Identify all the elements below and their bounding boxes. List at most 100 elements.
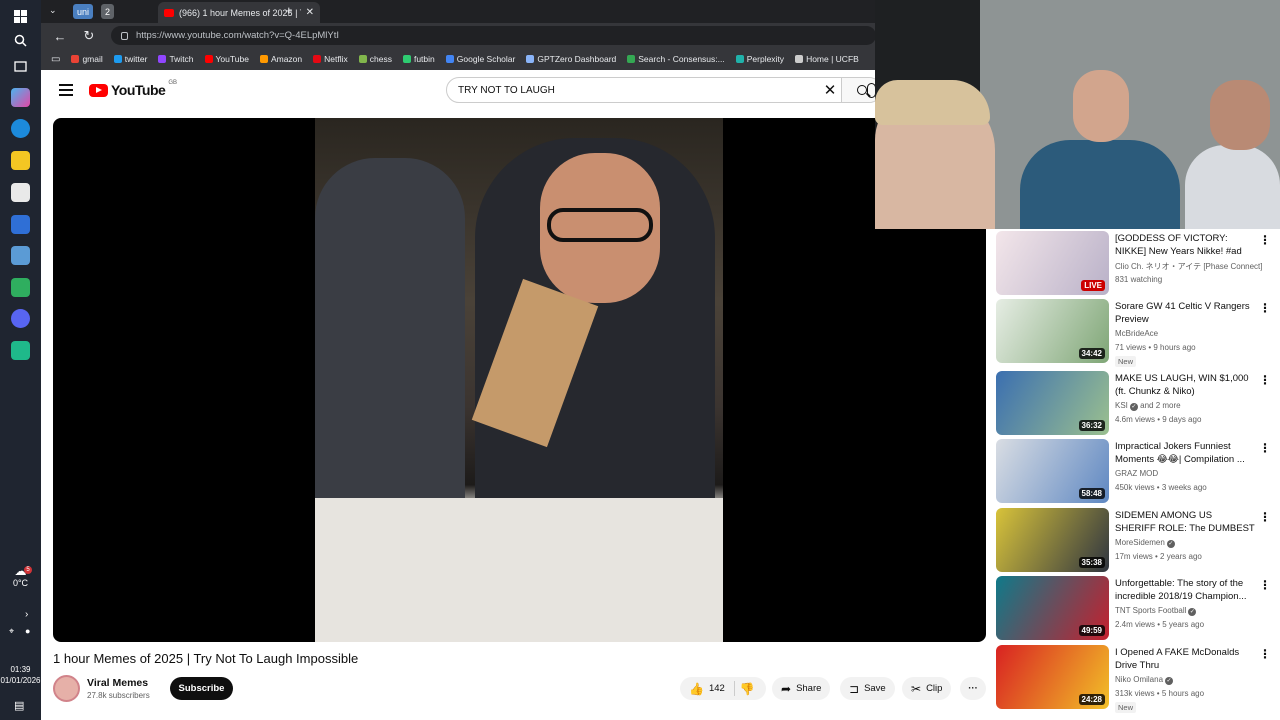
video-thumbnail[interactable]: 35:38 [996, 508, 1109, 572]
copilot-icon[interactable] [11, 88, 30, 107]
recommendation-title[interactable]: SIDEMEN AMONG US SHERIFF ROLE: The DUMBE… [1115, 509, 1255, 535]
recommendation-meta: 71 views • 9 hours ago [1115, 343, 1196, 352]
recommendation-title[interactable]: [GODDESS OF VICTORY: NIKKE] New Years Ni… [1115, 232, 1255, 258]
bookmark-google-scholar[interactable]: Google Scholar [445, 54, 515, 64]
bookmark-label: Twitch [169, 54, 194, 64]
youtube-logo[interactable]: YouTube GB [89, 80, 177, 98]
save-button[interactable]: ⊐ Save [840, 677, 895, 700]
bookmark-twitter[interactable]: twitter [113, 54, 147, 64]
bookmark-gmail[interactable]: gmail [71, 54, 103, 64]
notifications-icon[interactable]: ▤ [14, 699, 24, 712]
bookmark-ucfb[interactable]: Home | UCFB [795, 54, 859, 64]
tab-search-chevron-icon[interactable]: ⌄ [49, 5, 57, 16]
search-input[interactable]: TRY NOT TO LAUGH [447, 85, 819, 96]
bookmark-perplexity[interactable]: Perplexity [735, 54, 784, 64]
site-info-icon[interactable] [121, 31, 128, 40]
bookmark-gptzero[interactable]: GPTZero Dashboard [526, 54, 616, 64]
tab-group-2[interactable]: 2 [101, 4, 114, 19]
bookmark-label: Amazon [270, 54, 303, 64]
more-vert-icon[interactable]: ⋮ [1259, 441, 1271, 455]
bookmarks-menu-icon[interactable]: ▭ [51, 54, 60, 65]
task-view-icon[interactable] [11, 57, 30, 76]
channel-name: TNT Sports Football [1115, 606, 1187, 615]
recommendation-channel[interactable]: Niko Omilana ✓ [1115, 675, 1265, 685]
app-icon[interactable] [11, 215, 30, 234]
microphone-icon[interactable]: ● [25, 626, 30, 636]
channel-name[interactable]: Viral Memes [87, 677, 148, 689]
bookmark-twitch[interactable]: Twitch [158, 54, 194, 64]
more-vert-icon[interactable]: ⋮ [1259, 510, 1271, 524]
more-vert-icon[interactable]: ⋮ [1259, 301, 1271, 315]
duration-badge: 24:28 [1078, 694, 1105, 705]
recommendation-title[interactable]: Sorare GW 41 Celtic V Rangers Preview [1115, 300, 1255, 326]
like-count: 142 [708, 683, 725, 694]
new-tab-button[interactable]: + [285, 3, 293, 18]
clear-search-icon[interactable]: ✕ [819, 81, 841, 99]
twitch-icon [158, 55, 167, 63]
recommendation-channel[interactable]: TNT Sports Football ✓ [1115, 606, 1265, 616]
more-vert-icon[interactable]: ⋮ [1259, 373, 1271, 387]
bookmark-futbin[interactable]: futbin [402, 54, 435, 64]
browser-toolbar: ← ↻ https://www.youtube.com/watch?v=Q-4E… [41, 23, 876, 48]
weather-widget[interactable]: ☁ 0°C [0, 564, 41, 588]
bookmark-chess[interactable]: chess [358, 54, 392, 64]
recommendation-title[interactable]: MAKE US LAUGH, WIN $1,000 (ft. Chunkz & … [1115, 372, 1255, 398]
bookmark-netflix[interactable]: Netflix [313, 54, 348, 64]
app-icon[interactable] [11, 341, 30, 360]
reload-icon[interactable]: ↻ [80, 27, 98, 45]
discord-icon[interactable] [11, 309, 30, 328]
video-thumbnail[interactable]: 36:32 [996, 371, 1109, 435]
recommendation-title[interactable]: Impractical Jokers Funniest Moments 😂😂| … [1115, 440, 1255, 466]
more-horizontal-icon: ··· [968, 683, 978, 694]
app-icon[interactable] [11, 246, 30, 265]
more-vert-icon[interactable]: ⋮ [1259, 647, 1271, 661]
recommendation-channel[interactable]: Clio Ch. ネリオ・アイテ [Phase Connect] [1115, 261, 1265, 272]
more-vert-icon[interactable]: ⋮ [1259, 233, 1271, 247]
bookmark-consensus[interactable]: Search - Consensus:... [627, 54, 725, 64]
channel-avatar[interactable] [53, 675, 80, 702]
back-arrow-icon[interactable]: ← [51, 27, 69, 45]
webcam-person-hair [875, 80, 990, 125]
store-icon[interactable] [11, 183, 30, 202]
edge-browser-icon[interactable] [11, 119, 30, 138]
file-explorer-icon[interactable] [11, 151, 30, 170]
share-button[interactable]: ➦ Share [772, 677, 831, 700]
close-tab-icon[interactable]: ✕ [306, 7, 314, 18]
bookmark-youtube[interactable]: YouTube [204, 54, 249, 64]
new-badge: New [1115, 702, 1137, 713]
search-icon[interactable] [11, 31, 30, 50]
recommendation-channel[interactable]: GRAZ MOD [1115, 469, 1265, 478]
windows-start-icon[interactable] [11, 7, 30, 26]
bookmark-amazon[interactable]: Amazon [259, 54, 303, 64]
video-thumbnail[interactable]: 49:59 [996, 576, 1109, 640]
clock-time: 01:39 [10, 665, 31, 674]
webcam-overlay [875, 0, 1280, 229]
menu-icon[interactable] [59, 84, 73, 96]
network-icon[interactable]: ⌖ [9, 626, 14, 637]
bookmarks-bar: ▭ gmail twitter Twitch YouTube Amazon Ne… [41, 48, 876, 70]
recommendation-channel[interactable]: KSI ✓ and 2 more [1115, 401, 1265, 411]
taskbar-clock[interactable]: 01:39 01/01/2026 [0, 664, 41, 686]
like-button[interactable]: 👍 [689, 682, 704, 696]
video-thumbnail[interactable]: LIVE [996, 231, 1109, 295]
video-thumbnail[interactable]: 24:28 [996, 645, 1109, 709]
recommendation-channel[interactable]: McBrideAce [1115, 329, 1265, 338]
more-actions-button[interactable]: ··· [960, 677, 986, 700]
more-vert-icon[interactable]: ⋮ [1259, 578, 1271, 592]
subscribe-button[interactable]: Subscribe [170, 677, 233, 700]
clock-date: 01/01/2026 [0, 676, 41, 685]
dislike-button[interactable]: 👎 [740, 682, 755, 696]
youtube-icon [204, 55, 213, 63]
app-icon[interactable] [11, 278, 30, 297]
active-tab[interactable]: (966) 1 hour Memes of 2025 | Try ✕ [158, 2, 320, 23]
recommendation-title[interactable]: Unforgettable: The story of the incredib… [1115, 577, 1255, 603]
video-player[interactable] [53, 118, 986, 642]
video-thumbnail[interactable]: 58:48 [996, 439, 1109, 503]
clip-button[interactable]: ✂ Clip [902, 677, 952, 700]
recommendation-title[interactable]: I Opened A FAKE McDonalds Drive Thru [1115, 646, 1255, 672]
address-bar[interactable]: https://www.youtube.com/watch?v=Q-4ELpMl… [111, 26, 876, 45]
chevron-right-icon[interactable]: › [25, 609, 28, 620]
video-thumbnail[interactable]: 34:42 [996, 299, 1109, 363]
recommendation-channel[interactable]: MoreSidemen ✓ [1115, 538, 1265, 548]
tab-group-uni[interactable]: uni [73, 4, 93, 19]
